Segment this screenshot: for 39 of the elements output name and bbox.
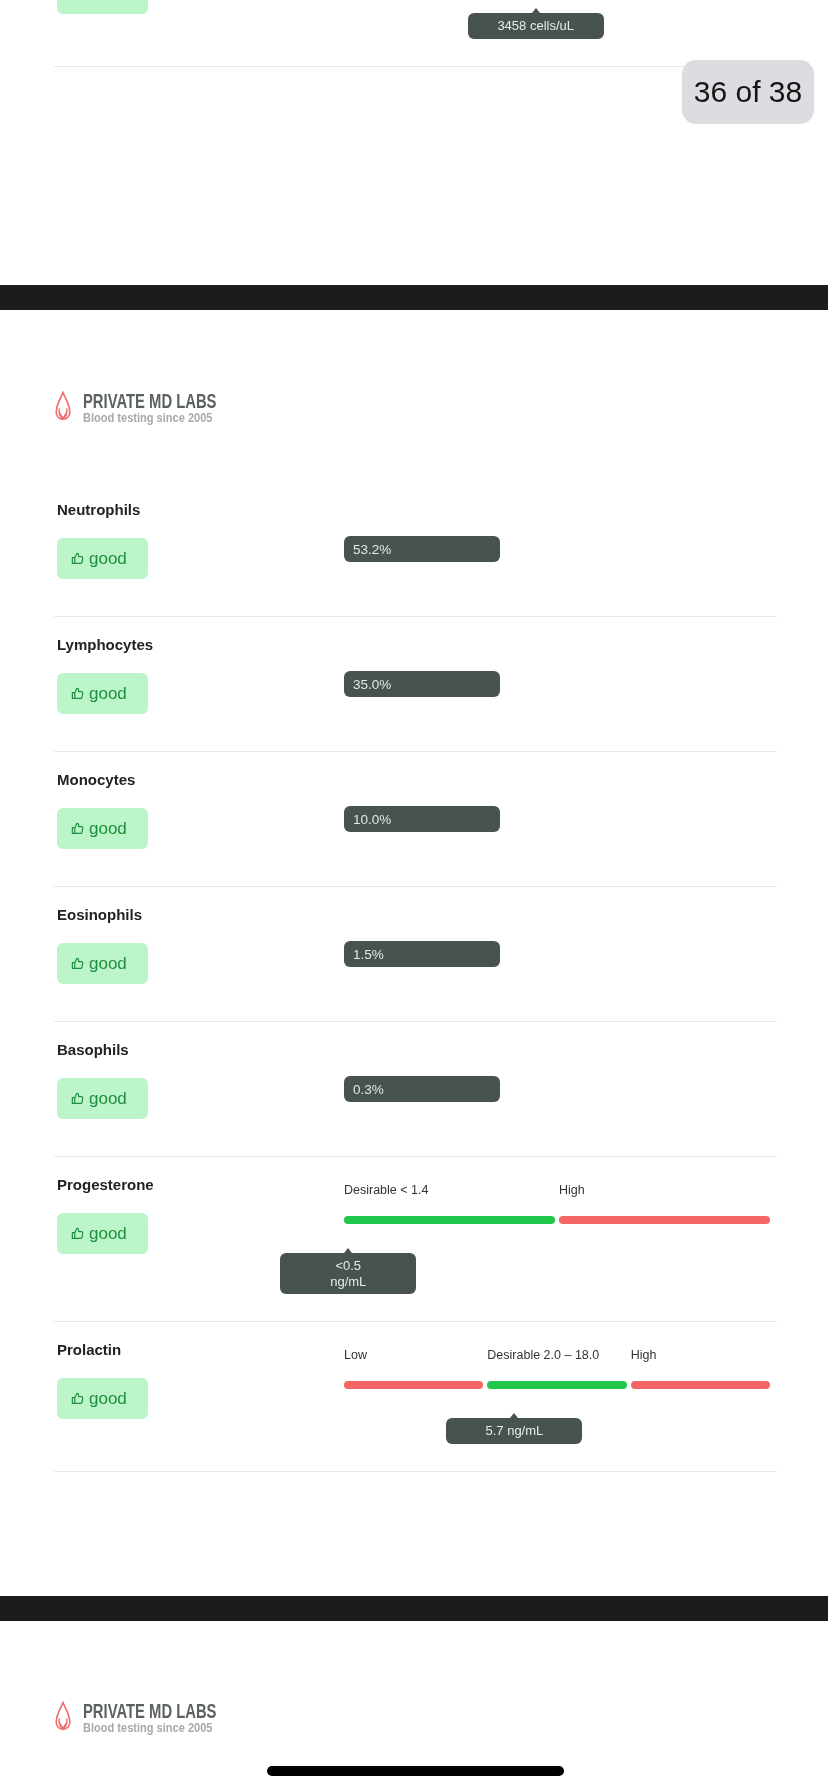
thumbs-up-icon: [71, 957, 84, 970]
status-label: good: [89, 1388, 127, 1409]
range-label: High: [630, 1348, 657, 1362]
value-tooltip: <0.5 ng/mL: [280, 1253, 417, 1294]
brand-name: PRIVATE MD LABS: [83, 1701, 217, 1721]
thumbs-up-icon: [71, 1227, 84, 1240]
test-name: Progesterone: [57, 1175, 155, 1195]
test-name: Prolactin: [57, 1340, 123, 1360]
test-name: Monocytes: [57, 770, 137, 790]
range-label: High: [559, 1183, 585, 1197]
value-pill: 35.0%: [344, 671, 500, 697]
thumbs-up-icon: [71, 687, 84, 700]
range-label: Desirable 2.0 – 18.0: [487, 1348, 600, 1362]
thumbs-up-icon: [71, 822, 84, 835]
value-pill: 1.5%: [344, 941, 500, 967]
value-pill: 0.3%: [344, 1076, 500, 1102]
thumbs-up-icon: [71, 1092, 84, 1105]
thumbs-up-icon: [71, 552, 84, 565]
value-tooltip: 3458 cells/uL: [467, 13, 604, 39]
status-label: good: [89, 1223, 127, 1244]
status-label: good: [89, 953, 127, 974]
value-pill: 10.0%: [344, 806, 500, 832]
brand-name: PRIVATE MD LABS: [83, 391, 217, 411]
range-label: Low: [344, 1348, 367, 1362]
value-tooltip: 5.7 ng/mL: [446, 1418, 583, 1444]
thumbs-up-icon: [71, 1392, 84, 1405]
status-label: good: [89, 818, 127, 839]
page-counter: 36 of 38: [682, 60, 814, 124]
test-name: Neutrophils: [57, 500, 142, 520]
brand-tagline: Blood testing since 2005: [83, 411, 213, 425]
value-pill: 53.2%: [344, 536, 500, 562]
status-label: good: [89, 1088, 127, 1109]
status-label: good: [89, 548, 127, 569]
status-label: good: [89, 683, 127, 704]
range-label: Desirable < 1.4: [344, 1183, 429, 1197]
test-name: Basophils: [57, 1040, 130, 1060]
brand-tagline: Blood testing since 2005: [83, 1721, 213, 1735]
test-name: Eosinophils: [57, 905, 143, 925]
test-name: Lymphocytes: [57, 635, 155, 655]
